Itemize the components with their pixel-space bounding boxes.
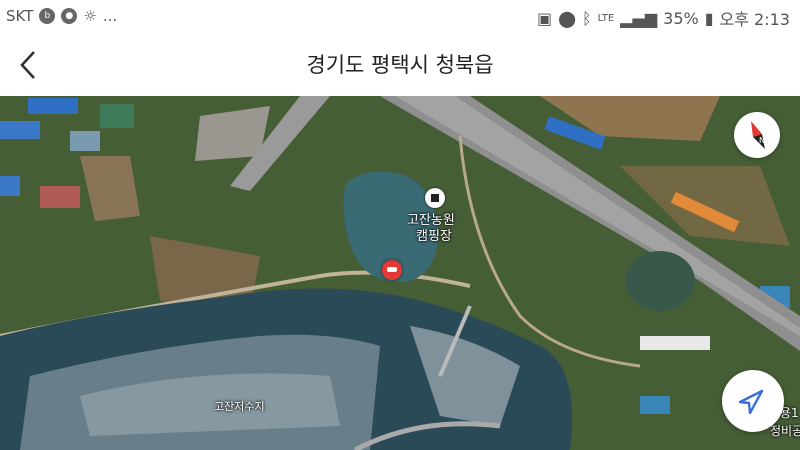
bluetooth-icon: ᛒ [582,8,592,28]
notification-app-icon: ● [61,8,78,24]
status-bar: SKT b ● ☼ ... ▣ ⬤ ᛒ LTE ▂▄▆ 35% ▮ 오후 2:1… [0,0,800,34]
reservoir-label: 고잔저수지 [214,400,265,413]
carrier-label: SKT [6,7,34,25]
battery-icon: ▮ [704,8,714,28]
status-bar-left: SKT b ● ☼ ... [6,7,117,25]
navigation-arrow-icon [738,389,764,415]
poi-square-icon [431,194,439,202]
marker-center-dot [387,267,397,272]
signal-icon: ▂▄▆ [620,8,658,28]
svg-text:N: N [759,136,765,145]
clock: 오후 2:13 [719,10,790,29]
network-type: LTE [597,12,615,24]
compass-button[interactable]: N [734,112,780,158]
app-b-icon: b [39,8,56,24]
weather-icon: ☼ [83,7,97,25]
more-notifications: ... [102,7,118,25]
battery-percent: 35% [663,8,699,28]
satellite-map[interactable]: 고잔농원 캠핑장 고잔저수지 용1 정비공 [0,96,800,450]
app-header: 경기도 평택시 청북읍 [0,34,800,96]
poi-label-line2: 캠핑장 [416,229,452,244]
location-pin-icon: ⬤ [558,8,576,28]
compass-icon: N [751,121,765,149]
current-location-button[interactable] [722,370,784,432]
status-bar-right: ▣ ⬤ ᛒ LTE ▂▄▆ 35% ▮ 오후 2:13 [537,6,790,30]
poi-marker[interactable] [425,188,445,208]
selected-location-marker[interactable] [382,260,402,280]
battery-saver-icon: ▣ [536,8,553,28]
page-title: 경기도 평택시 청북읍 [306,53,494,77]
